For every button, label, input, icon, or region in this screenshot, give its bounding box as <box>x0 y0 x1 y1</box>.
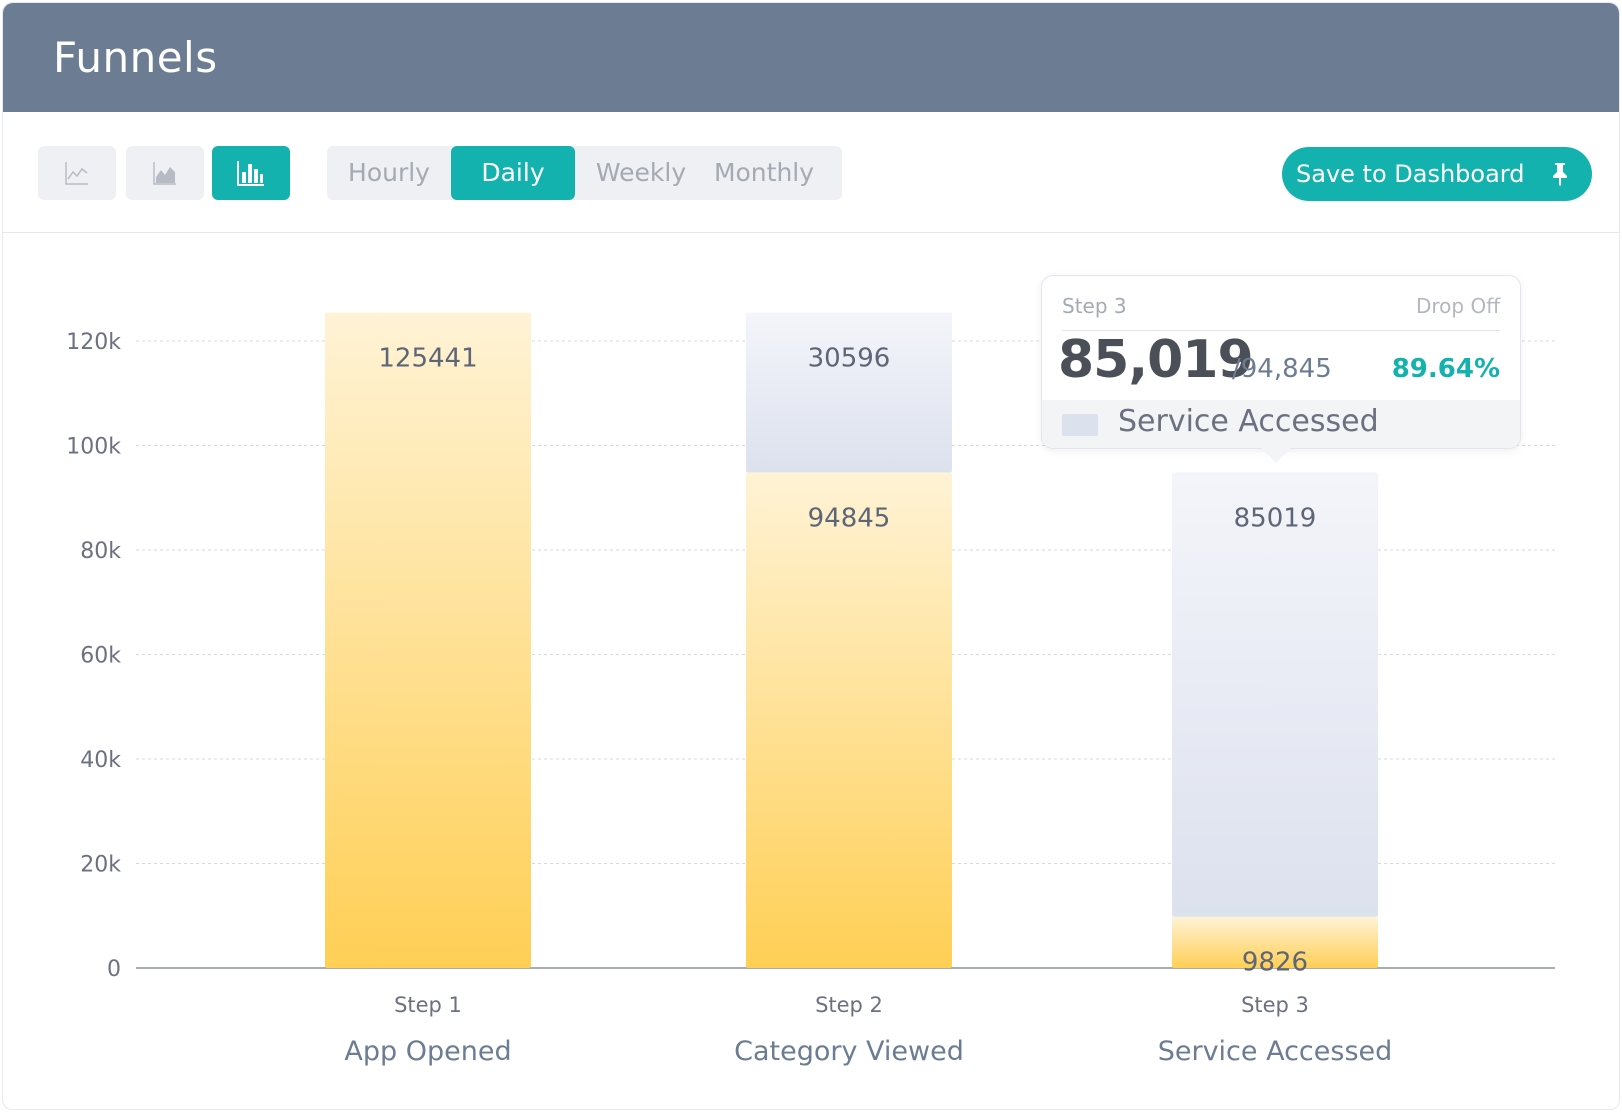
y-tick-label: 0 <box>107 957 121 982</box>
tooltip-legend: Service Accessed <box>1042 400 1520 448</box>
tooltip-series-name: Service Accessed <box>1118 404 1379 439</box>
x-tick-label: Step 1 <box>394 993 462 1017</box>
bar-converted-value-label: 9826 <box>1242 948 1308 978</box>
x-category-name: Service Accessed <box>1158 1036 1393 1067</box>
y-tick-label: 60k <box>80 644 121 669</box>
y-tick-label: 120k <box>66 330 121 355</box>
x-category-name: App Opened <box>344 1036 511 1067</box>
bar-converted-value-label: 94845 <box>808 503 891 533</box>
bar-dropoff-value-label: 85019 <box>1234 503 1317 533</box>
y-tick-label: 40k <box>80 748 121 773</box>
x-category-name: Category Viewed <box>734 1036 964 1067</box>
tooltip-total: /94,845 <box>1232 354 1332 384</box>
x-tick-label: Step 3 <box>1241 993 1309 1017</box>
tooltip-drop-off-label: Drop Off <box>1416 294 1500 318</box>
tooltip-step: Step 3 <box>1062 294 1127 318</box>
funnel-chart: 0 20k 40k 60k 80k 100k 120k 125441 Step 1 App Ope… <box>66 312 1555 1067</box>
bar-dropoff <box>746 312 952 473</box>
bar-converted <box>746 472 952 968</box>
bar-dropoff <box>1172 472 1378 917</box>
bar-converted-value-label: 125441 <box>378 344 477 374</box>
y-tick-label: 100k <box>66 435 121 460</box>
y-tick-label: 80k <box>80 539 121 564</box>
x-tick-label: Step 2 <box>815 993 883 1017</box>
bar-converted <box>325 312 531 968</box>
tooltip-value: 85,019 <box>1058 330 1254 390</box>
y-tick-label: 20k <box>80 853 121 878</box>
tooltip-legend-swatch <box>1062 414 1098 436</box>
step-tooltip: Step 3 Drop Off 85,019 /94,845 89.64% Se… <box>1041 275 1521 463</box>
tooltip-percent: 89.64% <box>1391 354 1500 384</box>
tooltip-pointer <box>1260 447 1292 463</box>
bar-dropoff-value-label: 30596 <box>808 344 891 374</box>
funnels-card: Funnels Hourly Daily Weekly Monthly Save… <box>2 2 1620 1110</box>
